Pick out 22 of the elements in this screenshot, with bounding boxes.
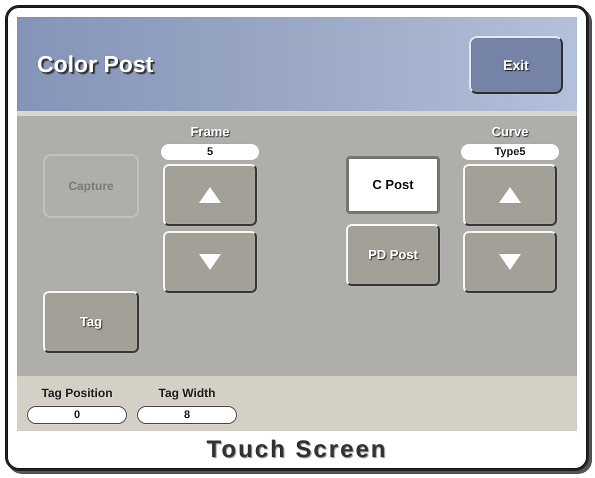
up-button[interactable] bbox=[163, 164, 257, 226]
value-field: 0 bbox=[27, 406, 127, 424]
value-field: 8 bbox=[137, 406, 237, 424]
up-triangle-icon bbox=[499, 187, 521, 203]
frame-value-field: 5 bbox=[161, 144, 259, 160]
frame-label: Frame bbox=[190, 124, 230, 140]
curve-label: Curve bbox=[492, 124, 528, 140]
up-triangle-icon bbox=[199, 187, 221, 203]
down-triangle-icon bbox=[499, 254, 521, 270]
down-button[interactable] bbox=[463, 231, 557, 293]
field-label: Tag Width bbox=[158, 385, 216, 402]
down-triangle-icon bbox=[199, 254, 221, 270]
post-mode-button[interactable]: C Post bbox=[346, 156, 440, 214]
post-mode-button[interactable]: PD Post bbox=[346, 224, 440, 286]
curve-value-field: Type5 bbox=[461, 144, 559, 160]
field-label: Tag Position bbox=[41, 385, 113, 402]
tag-button[interactable]: Tag bbox=[43, 291, 139, 353]
screen-title: Color Post bbox=[37, 50, 154, 79]
up-button[interactable] bbox=[463, 164, 557, 226]
down-button[interactable] bbox=[163, 231, 257, 293]
exit-button[interactable]: Exit bbox=[469, 36, 563, 94]
footer-label: Touch Screen bbox=[206, 434, 388, 464]
